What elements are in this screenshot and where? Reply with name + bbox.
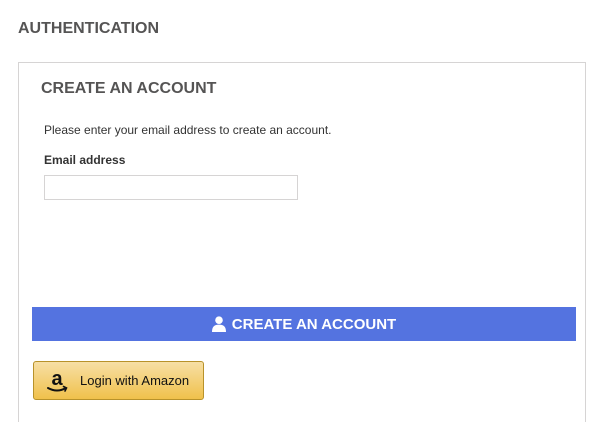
page-heading: AUTHENTICATION bbox=[18, 20, 160, 37]
login-with-amazon-label: Login with Amazon bbox=[80, 373, 190, 388]
user-icon bbox=[211, 316, 226, 332]
form-title: CREATE AN ACCOUNT bbox=[41, 80, 217, 97]
create-account-form: CREATE AN ACCOUNT Please enter your emai… bbox=[18, 62, 586, 422]
svg-text:a: a bbox=[51, 368, 63, 390]
amazon-logo-icon: a bbox=[44, 366, 70, 396]
create-account-button[interactable]: CREATE AN ACCOUNT bbox=[32, 307, 576, 341]
create-account-button-label: CREATE AN ACCOUNT bbox=[231, 315, 397, 333]
email-field-label: Email address bbox=[44, 153, 126, 167]
email-field[interactable] bbox=[44, 175, 298, 200]
form-intro-text: Please enter your email address to creat… bbox=[44, 123, 332, 137]
login-with-amazon-button[interactable]: a Login with Amazon bbox=[33, 361, 204, 400]
